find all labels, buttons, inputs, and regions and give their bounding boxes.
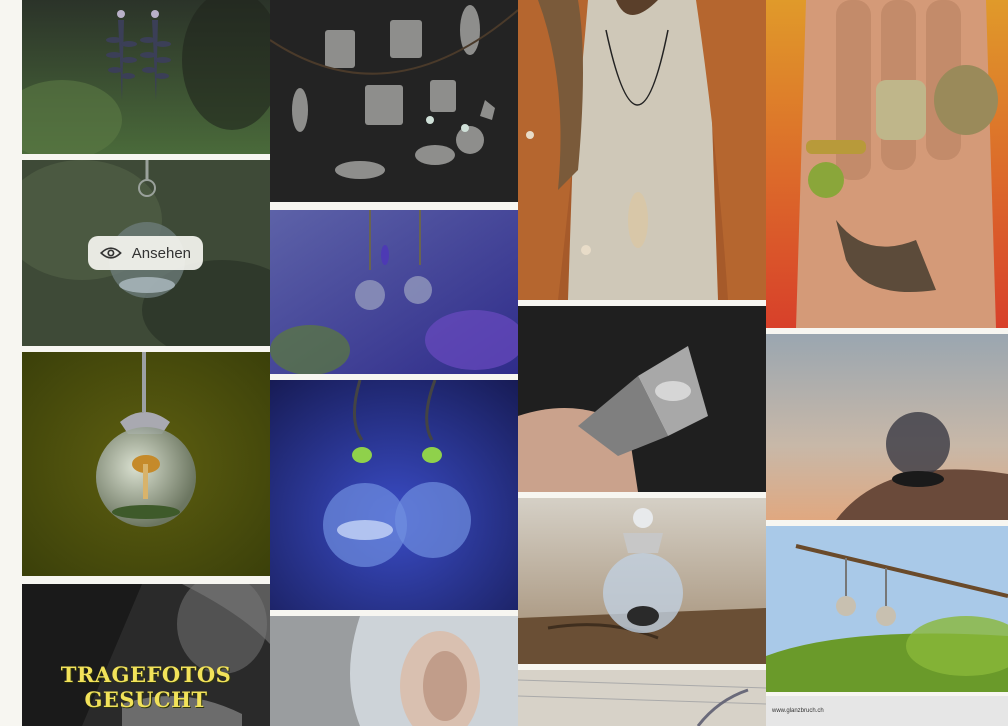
dream-locket-photo[interactable] <box>518 306 766 492</box>
glanzbruch-url-text: www.glanzbruch.ch <box>772 708 824 714</box>
book-chain-photo[interactable] <box>518 670 766 726</box>
mushroom-globe-pendant-photo[interactable] <box>22 352 270 576</box>
globe-pendant-hover-photo[interactable]: Ansehen <box>22 160 270 346</box>
image-gallery: Ansehen TRAGEFOTOS GESUCHT www.glanzbruc… <box>22 0 1008 726</box>
view-button-label: Ansehen <box>131 244 191 262</box>
fern-earrings-photo[interactable] <box>22 0 270 154</box>
branch-earrings-photo[interactable] <box>766 526 1008 692</box>
man-pendant-photo[interactable] <box>518 0 766 300</box>
glass-dome-photo[interactable] <box>766 334 1008 520</box>
mindy-globe-photo[interactable] <box>518 498 766 664</box>
gallery-column-2 <box>270 0 518 726</box>
tragefotos-overlay-text: TRAGEFOTOS GESUCHT <box>60 662 232 712</box>
glueck-earrings-photo[interactable] <box>270 380 518 610</box>
eye-icon <box>100 247 122 259</box>
gallery-column-1: Ansehen TRAGEFOTOS GESUCHT <box>22 0 270 726</box>
rings-hand-photo[interactable] <box>766 0 1008 328</box>
gallery-column-4: www.glanzbruch.ch <box>766 0 1008 726</box>
ear-earring-photo[interactable] <box>270 616 518 726</box>
gallery-column-3 <box>518 0 766 726</box>
view-button[interactable]: Ansehen <box>88 236 203 270</box>
glanzbruch-url-photo[interactable]: www.glanzbruch.ch <box>766 696 1008 726</box>
tragefotos-photo[interactable]: TRAGEFOTOS GESUCHT <box>22 584 270 726</box>
silver-amulets-photo[interactable] <box>270 0 518 202</box>
lavender-earrings-photo[interactable] <box>270 210 518 374</box>
